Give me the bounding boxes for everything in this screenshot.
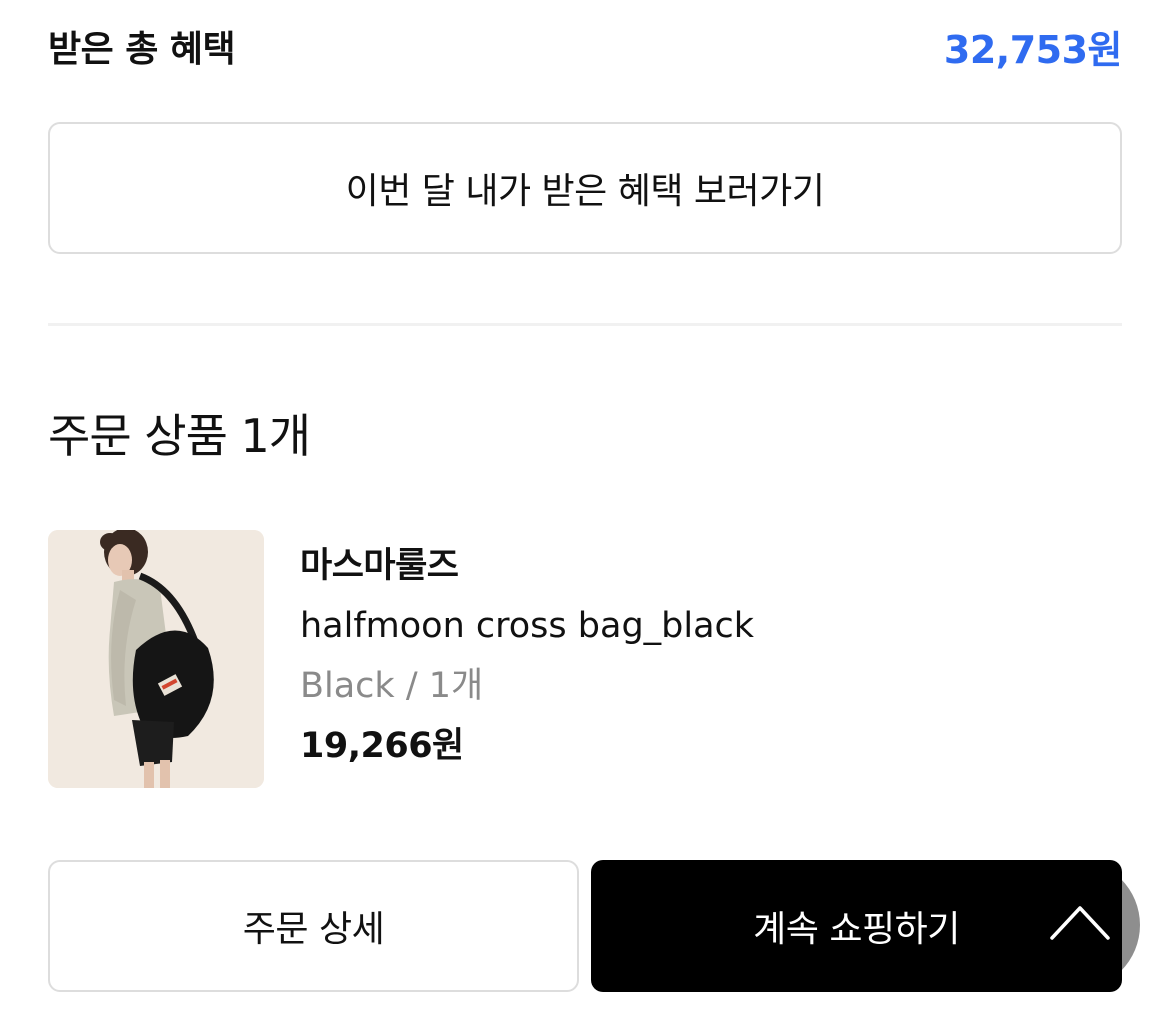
product-image[interactable] [48, 530, 264, 788]
product-info: 마스마룰즈 halfmoon cross bag_black Black / 1… [300, 536, 1100, 776]
total-benefit-label: 받은 총 혜택 [48, 29, 236, 70]
continue-shopping-button[interactable]: 계속 쇼핑하기 [591, 860, 1122, 992]
section-divider [48, 323, 1122, 326]
total-benefit-row: 받은 총 혜택 32,753원 [48, 14, 1123, 78]
product-name[interactable]: halfmoon cross bag_black [300, 596, 1100, 656]
order-items-title: 주문 상품 1개 [48, 409, 311, 463]
product-price: 19,266원 [300, 726, 464, 766]
product-option: Black / 1개 [300, 666, 484, 706]
total-benefit-amount: 32,753원 [943, 27, 1123, 72]
order-detail-button[interactable]: 주문 상세 [48, 860, 579, 992]
chevron-up-icon[interactable] [1048, 900, 1112, 944]
view-monthly-benefit-button[interactable]: 이번 달 내가 받은 혜택 보러가기 [48, 122, 1122, 254]
product-brand[interactable]: 마스마룰즈 [300, 536, 1100, 596]
